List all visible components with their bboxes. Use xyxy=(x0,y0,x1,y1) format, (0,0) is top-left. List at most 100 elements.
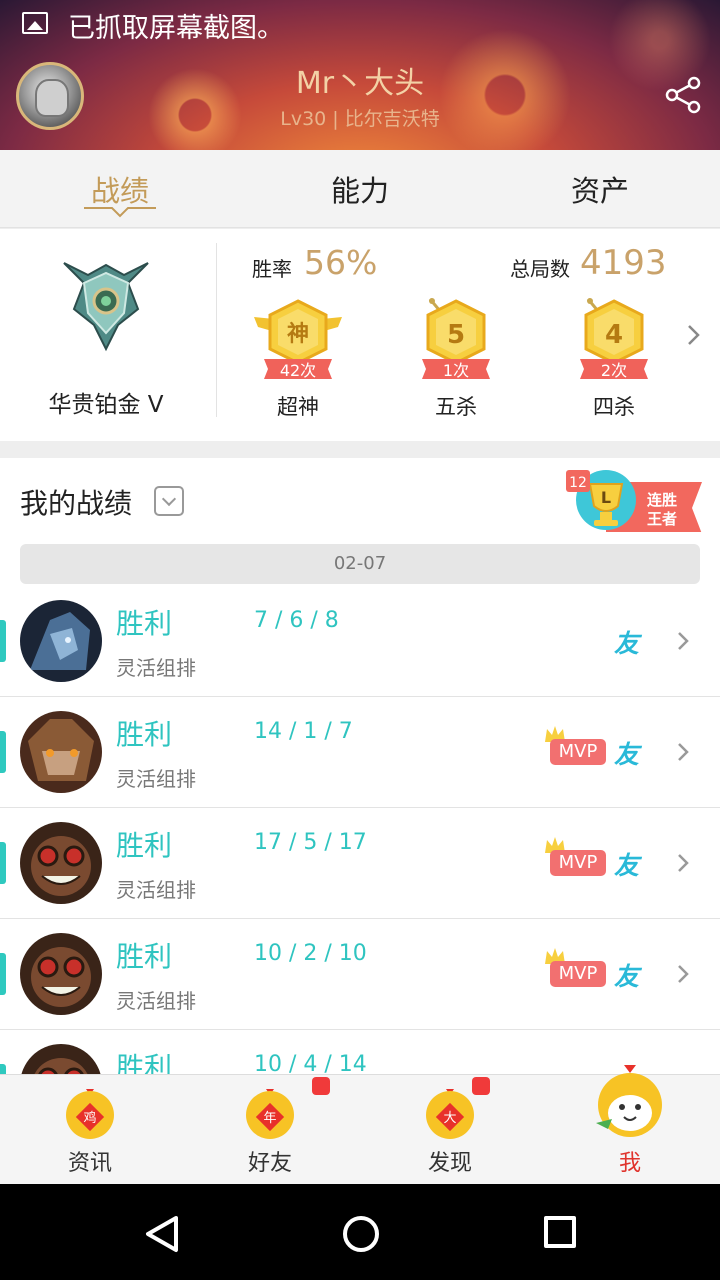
nav-glyph: 大 xyxy=(443,1111,456,1126)
kda: 14 / 1 / 7 xyxy=(254,719,353,744)
section-title: 我的战绩 xyxy=(20,487,133,520)
friend-badge: 友 xyxy=(614,629,640,658)
win-accent-bar xyxy=(0,731,6,773)
match-result: 胜利 xyxy=(116,1051,173,1074)
chevron-right-icon[interactable] xyxy=(686,323,702,347)
medal-name: 四杀 xyxy=(593,395,635,419)
nav-label: 我 xyxy=(618,1151,641,1176)
nav-glyph: 鸡 xyxy=(83,1110,96,1126)
kda: 10 / 4 / 14 xyxy=(254,1052,367,1074)
match-result: 胜利 xyxy=(116,829,173,862)
kda: 7 / 6 / 8 xyxy=(254,608,339,633)
chick-me-icon xyxy=(596,1065,662,1137)
chevron-down-icon[interactable] xyxy=(154,486,184,516)
mvp-badge: MVP xyxy=(550,850,606,876)
match-mode: 灵活组排 xyxy=(116,878,196,902)
bottom-navigation: 鸡 资讯 年 好友 大 发现 我 xyxy=(0,1065,720,1185)
win-accent-bar xyxy=(0,842,6,884)
hero-avatar xyxy=(20,933,102,1015)
win-accent-bar xyxy=(0,953,6,995)
date-separator: 02-07 xyxy=(20,544,700,584)
friend-badge: 友 xyxy=(614,740,640,769)
hero-avatar xyxy=(20,711,102,793)
home-icon[interactable] xyxy=(343,1216,379,1252)
battle-row[interactable]: 胜利 灵活组排 17 / 5 / 17 MVP 友 xyxy=(0,808,720,919)
chevron-right-icon xyxy=(678,965,689,983)
medal-glyph: 神 xyxy=(287,321,309,347)
user-level-server: Lv30 | 比尔吉沃特 xyxy=(280,108,440,130)
medal-name: 超神 xyxy=(277,395,319,419)
medal-glyph: 4 xyxy=(605,320,623,350)
battle-row[interactable]: 胜利 灵活组排 7 / 6 / 8 友 xyxy=(0,586,720,697)
nav-label: 发现 xyxy=(427,1151,472,1176)
notification-badge xyxy=(472,1077,490,1095)
hero-avatar xyxy=(20,1044,102,1074)
notification-badge xyxy=(312,1077,330,1095)
mvp-badge: MVP xyxy=(550,739,606,765)
medal-count: 42次 xyxy=(280,361,316,380)
stats-card[interactable]: 华贵铂金 Ⅴ 胜率 56% 总局数 4193 神 42次 超神 5 1次 五杀 … xyxy=(0,229,720,441)
friend-badge: 友 xyxy=(614,851,640,880)
medal-name: 五杀 xyxy=(435,395,477,419)
tab-bar: 战绩 能力 资产 xyxy=(0,150,720,228)
recent-apps-icon[interactable] xyxy=(544,1216,576,1248)
chick-news-icon: 鸡 xyxy=(66,1089,114,1139)
tab-ability[interactable]: 能力 xyxy=(240,168,480,210)
hero-avatar xyxy=(20,822,102,904)
battle-row[interactable]: 胜利 灵活组排 14 / 1 / 7 MVP 友 xyxy=(0,697,720,808)
win-streak-badge[interactable]: L 12 连胜 王者 xyxy=(566,468,702,532)
divider xyxy=(216,243,217,417)
match-mode: 灵活组排 xyxy=(116,767,196,791)
nav-label: 好友 xyxy=(247,1151,292,1176)
tab-assets[interactable]: 资产 xyxy=(480,168,720,210)
status-bar: 已抓取屏幕截图。 xyxy=(0,0,720,48)
hero-avatar xyxy=(20,600,102,682)
nav-glyph: 年 xyxy=(263,1111,276,1126)
penta-kill-medal-icon: 5 1次 xyxy=(422,298,490,380)
friend-badge: 友 xyxy=(614,962,640,991)
chevron-right-icon xyxy=(678,743,689,761)
battle-history: 我的战绩 L 12 连胜 王者 02-07 胜利 灵活组排 7 / 6 / 8 … xyxy=(0,458,720,1074)
medal-count: 2次 xyxy=(601,361,627,380)
streak-label: 王者 xyxy=(647,510,677,528)
match-mode: 灵活组排 xyxy=(116,656,196,680)
nav-item-me[interactable]: 我 xyxy=(540,1065,720,1185)
kda: 10 / 2 / 10 xyxy=(254,941,367,966)
win-accent-bar xyxy=(0,620,6,662)
legendary-medal-icon: 神 42次 xyxy=(254,299,342,380)
match-result: 胜利 xyxy=(116,940,173,973)
chick-friends-icon: 年 xyxy=(246,1089,294,1139)
match-result: 胜利 xyxy=(116,718,173,751)
share-icon[interactable] xyxy=(664,76,702,114)
trophy-glyph: L xyxy=(601,488,611,507)
chick-discover-icon: 大 xyxy=(426,1089,474,1139)
nav-item-news[interactable]: 鸡 资讯 xyxy=(0,1075,180,1185)
username: Mr丶大头 xyxy=(295,66,425,101)
streak-count: 12 xyxy=(569,475,587,491)
match-mode: 灵活组排 xyxy=(116,989,196,1013)
streak-label: 连胜 xyxy=(647,491,677,509)
nav-item-friends[interactable]: 年 好友 xyxy=(180,1075,360,1185)
battle-row[interactable]: 胜利 灵活组排 10 / 2 / 10 MVP 友 xyxy=(0,919,720,1030)
chevron-right-icon xyxy=(678,632,689,650)
kda: 17 / 5 / 17 xyxy=(254,830,367,855)
winrate-value: 56% xyxy=(304,243,378,282)
mvp-badge: MVP xyxy=(550,961,606,987)
winrate-label: 胜率 xyxy=(252,257,292,281)
system-navigation-bar xyxy=(0,1184,720,1280)
profile-header: 已抓取屏幕截图。 Mr丶大头 Lv30 | 比尔吉沃特 xyxy=(0,0,720,150)
chevron-right-icon xyxy=(678,854,689,872)
total-games-label: 总局数 xyxy=(510,257,570,281)
rank-name: 华贵铂金 Ⅴ xyxy=(48,392,164,418)
medal-glyph: 5 xyxy=(447,320,465,350)
nav-item-discover[interactable]: 大 发现 xyxy=(360,1075,540,1185)
back-icon[interactable] xyxy=(144,1214,180,1254)
platinum-rank-emblem-icon xyxy=(63,262,149,352)
tab-active-indicator xyxy=(84,207,156,218)
total-games-value: 4193 xyxy=(580,243,667,283)
status-text: 已抓取屏幕截图。 xyxy=(68,13,284,44)
win-accent-bar xyxy=(0,1064,6,1074)
quadra-kill-medal-icon: 4 2次 xyxy=(580,298,648,380)
nav-label: 资讯 xyxy=(67,1151,112,1176)
medal-count: 1次 xyxy=(443,361,469,380)
